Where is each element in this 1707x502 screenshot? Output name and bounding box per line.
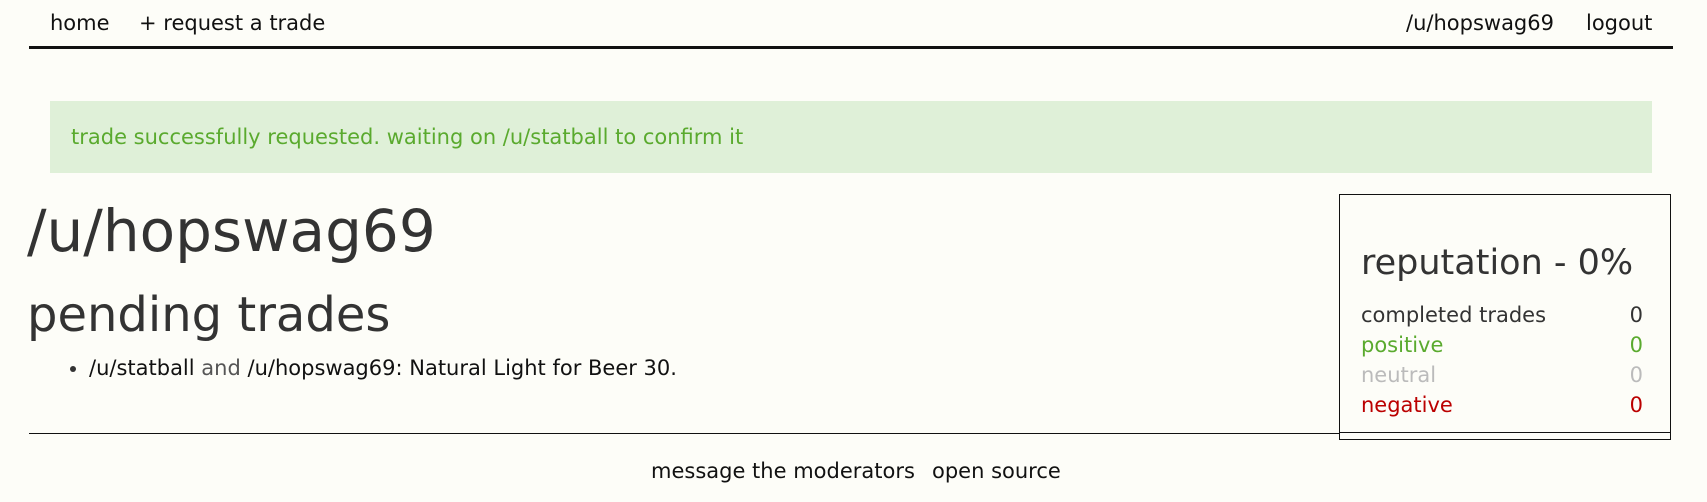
pending-trades-list: /u/statball and /u/hopswag69: Natural Li… [60, 356, 677, 380]
top-navigation: home + request a trade /u/hopswag69 logo… [29, 0, 1673, 49]
trade-conjunction: and [201, 356, 241, 380]
open-source-link[interactable]: open source [932, 459, 1061, 483]
completed-trades-value: 0 [1629, 303, 1643, 327]
trade-details: : Natural Light for Beer 30. [395, 356, 677, 380]
request-trade-link[interactable]: + request a trade [139, 11, 325, 35]
reputation-divider [1340, 432, 1670, 433]
reputation-title: reputation - 0% [1361, 243, 1634, 283]
positive-row: positive 0 [1361, 333, 1643, 361]
success-alert: trade successfully requested. waiting on… [50, 101, 1652, 173]
positive-value: 0 [1629, 333, 1643, 357]
negative-row: negative 0 [1361, 393, 1643, 421]
list-item: /u/statball and /u/hopswag69: Natural Li… [89, 356, 677, 380]
completed-trades-label: completed trades [1361, 303, 1547, 327]
user-profile-link[interactable]: /u/hopswag69 [1406, 11, 1554, 35]
trade-user-b-link[interactable]: /u/hopswag69 [248, 356, 396, 380]
positive-label: positive [1361, 333, 1444, 357]
home-link[interactable]: home [50, 11, 110, 35]
neutral-value: 0 [1629, 363, 1643, 387]
logout-link[interactable]: logout [1586, 11, 1652, 35]
negative-value: 0 [1629, 393, 1643, 417]
neutral-row: neutral 0 [1361, 363, 1643, 391]
trade-user-a-link[interactable]: /u/statball [89, 356, 195, 380]
negative-label: negative [1361, 393, 1453, 417]
pending-trades-heading: pending trades [27, 287, 391, 343]
page-title: /u/hopswag69 [27, 197, 436, 265]
completed-trades-row: completed trades 0 [1361, 303, 1643, 331]
message-moderators-link[interactable]: message the moderators [651, 459, 915, 483]
neutral-label: neutral [1361, 363, 1437, 387]
footer-divider [29, 433, 1339, 434]
reputation-panel: reputation - 0% completed trades 0 posit… [1339, 194, 1671, 440]
alert-message: trade successfully requested. waiting on… [71, 125, 744, 149]
